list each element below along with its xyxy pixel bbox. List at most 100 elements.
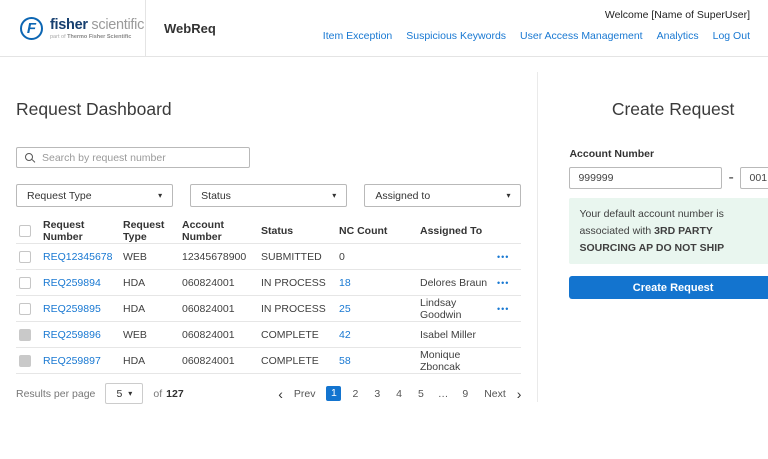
page-size-value: 5 [116, 387, 123, 400]
account-number-label: Account Number [569, 148, 655, 160]
brand-suffix: scientific [91, 16, 145, 33]
status-cell: SUBMITTED [261, 250, 322, 263]
pages-ellipsis: … [437, 387, 449, 400]
assigned-to-filter[interactable]: Assigned to ▾ [364, 184, 522, 207]
assigned-to-cell: Monique Zboncak [420, 348, 461, 373]
account-number-field[interactable] [569, 167, 723, 189]
brand-name: fisher [50, 16, 88, 33]
create-request-button[interactable]: Create Request [569, 276, 768, 300]
request-type-filter-label: Request Type [27, 189, 92, 202]
account-separator: - [728, 169, 734, 186]
page-size-select[interactable]: 5 ▾ [105, 383, 144, 404]
table-row: REQ259894 HDA 060824001 IN PROCESS 18 De… [16, 270, 522, 296]
account-number-cell: 060824001 [182, 302, 235, 315]
caret-down-icon: ▾ [128, 389, 133, 398]
fisher-monogram-icon: F [20, 16, 43, 40]
status-cell: COMPLETE [261, 354, 319, 367]
assigned-to-cell: Isabel Miller [420, 328, 477, 341]
account-suffix-field[interactable] [739, 167, 768, 189]
assigned-to-cell: Delores Braun [420, 276, 488, 289]
results-per-page-label: Results per page [16, 387, 96, 400]
request-type-filter[interactable]: Request Type ▾ [16, 184, 174, 207]
row-checkbox[interactable] [19, 250, 31, 263]
nc-count-link[interactable]: 42 [339, 329, 420, 341]
page-button-5[interactable]: 5 [413, 386, 429, 402]
row-checkbox[interactable] [19, 276, 31, 289]
assigned-to-cell: Lindsay Goodwin [420, 296, 462, 321]
request-type-cell: WEB [123, 328, 147, 341]
table-header-row: Request Number Request Type Account Numb… [16, 219, 522, 244]
table-row: REQ12345678 WEB 12345678900 SUBMITTED 0 … [16, 244, 522, 270]
logo-text: fisher scientific part of Thermo Fisher … [50, 17, 144, 40]
page-button-4[interactable]: 4 [391, 386, 407, 402]
page-button-1[interactable]: 1 [326, 386, 342, 401]
request-dashboard-section: Request Dashboard Request Type ▾ Status … [0, 57, 537, 404]
chevron-left-icon[interactable]: ‹ [278, 387, 283, 401]
nc-count-link[interactable]: 25 [339, 303, 420, 315]
app-title: WebReq [164, 20, 216, 36]
request-number-link[interactable]: REQ12345678 [43, 251, 123, 263]
request-number-link[interactable]: REQ259896 [43, 329, 123, 341]
request-number-link[interactable]: REQ259895 [43, 303, 123, 315]
caret-down-icon: ▾ [506, 191, 511, 200]
request-type-cell: WEB [123, 250, 147, 263]
request-type-cell: HDA [123, 276, 146, 289]
nav-item-exception[interactable]: Item Exception [323, 30, 392, 42]
page-button-9[interactable]: 9 [457, 386, 473, 402]
caret-down-icon: ▾ [332, 191, 337, 200]
app-header: F fisher scientific part of Thermo Fishe… [0, 0, 768, 57]
next-button[interactable]: Next [479, 386, 511, 402]
col-status: Status [261, 225, 294, 237]
account-number-cell: 12345678900 [182, 250, 247, 263]
nc-count-link[interactable]: 58 [339, 355, 420, 367]
prev-button[interactable]: Prev [289, 386, 321, 402]
nc-count-cell: 0 [339, 250, 345, 263]
row-actions-menu-icon[interactable]: ••• [497, 278, 521, 288]
table-row: REQ259896 WEB 060824001 COMPLETE 42 Isab… [16, 322, 522, 348]
search-box[interactable] [16, 147, 250, 168]
status-filter-label: Status [201, 189, 231, 202]
filter-bar: Request Type ▾ Status ▾ Assigned to ▾ [16, 184, 522, 207]
header-divider [145, 0, 146, 57]
welcome-text: Welcome [Name of SuperUser] [604, 9, 750, 21]
request-number-link[interactable]: REQ259894 [43, 277, 123, 289]
create-request-title: Create Request [611, 99, 735, 119]
row-actions-menu-icon[interactable]: ••• [497, 252, 521, 262]
account-number-cell: 060824001 [182, 276, 235, 289]
status-cell: IN PROCESS [261, 302, 326, 315]
page-title: Request Dashboard [16, 99, 172, 119]
pager: ‹ Prev 1 2 3 4 5 … 9 Next › [278, 386, 521, 402]
request-type-cell: HDA [123, 302, 146, 315]
account-number-cell: 060824001 [182, 328, 235, 341]
col-assigned-to: Assigned To [420, 225, 483, 237]
page-button-3[interactable]: 3 [369, 386, 385, 402]
nav-suspicious-keywords[interactable]: Suspicious Keywords [406, 30, 506, 42]
nav-user-access-management[interactable]: User Access Management [520, 30, 643, 42]
table-row: REQ259895 HDA 060824001 IN PROCESS 25 Li… [16, 296, 522, 322]
nc-count-link[interactable]: 18 [339, 277, 420, 289]
chevron-right-icon[interactable]: › [517, 387, 522, 401]
fisher-scientific-logo: F fisher scientific part of Thermo Fishe… [0, 16, 145, 40]
col-nc-count: NC Count [339, 225, 388, 237]
nav-log-out[interactable]: Log Out [713, 30, 750, 42]
row-checkbox-disabled [19, 354, 31, 367]
status-cell: IN PROCESS [261, 276, 326, 289]
row-actions-menu-icon[interactable]: ••• [497, 304, 521, 314]
request-number-link[interactable]: REQ259897 [43, 355, 123, 367]
row-checkbox[interactable] [19, 302, 31, 315]
status-filter[interactable]: Status ▾ [190, 184, 348, 207]
status-cell: COMPLETE [261, 328, 319, 341]
search-input[interactable] [42, 151, 241, 164]
select-all-checkbox[interactable] [19, 225, 31, 237]
assigned-to-filter-label: Assigned to [375, 189, 431, 202]
row-checkbox-disabled [19, 328, 31, 341]
create-request-section: Create Request Account Number - Your def… [538, 57, 768, 404]
col-account-number: Account Number [182, 219, 224, 243]
page-button-2[interactable]: 2 [347, 386, 363, 402]
account-number-cell: 060824001 [182, 354, 235, 367]
top-nav: Item Exception Suspicious Keywords User … [323, 30, 750, 42]
nav-analytics[interactable]: Analytics [657, 30, 699, 42]
col-request-type: Request Type [123, 219, 165, 243]
search-icon [25, 152, 35, 163]
col-request-number: Request Number [43, 219, 85, 243]
